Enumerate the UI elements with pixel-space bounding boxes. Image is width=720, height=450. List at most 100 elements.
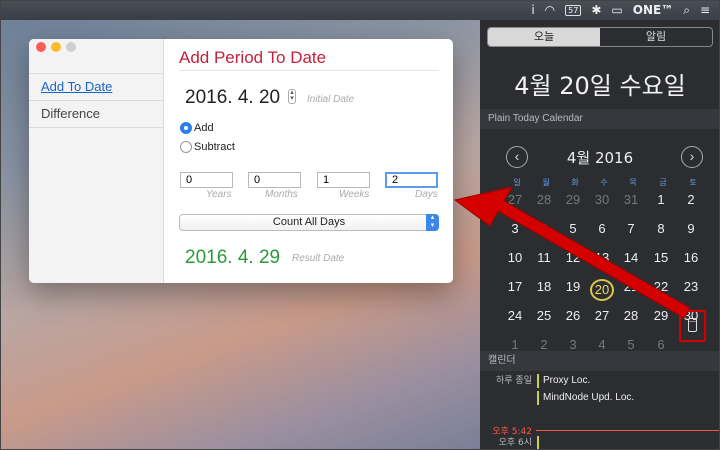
event-row[interactable]: MindNode Upd. Loc.	[480, 390, 720, 406]
event-color-bar	[537, 391, 539, 405]
next-month-button[interactable]: ›	[681, 146, 703, 168]
calendar-day[interactable]: 8	[649, 221, 673, 236]
weekday-label: 토	[689, 178, 697, 187]
calendar-day[interactable]: 29	[561, 192, 585, 207]
event-row[interactable]: 하루 종일 Proxy Loc.	[480, 373, 720, 389]
date-stepper[interactable]: ▴ ▾	[288, 89, 296, 104]
calendar-day[interactable]: 3	[561, 337, 585, 352]
calendar-day[interactable]: 26	[561, 308, 585, 323]
battery-icon[interactable]: 57	[565, 4, 582, 16]
calendar-day[interactable]: 12	[561, 250, 585, 265]
info-icon[interactable]: i	[531, 3, 534, 17]
main-content: Add Period To Date 2016. 4. 20 ▴ ▾ Initia…	[165, 39, 453, 283]
event-color-bar	[537, 374, 539, 388]
calendar-day[interactable]: 13	[590, 250, 614, 265]
calendar-day[interactable]: 27	[590, 308, 614, 323]
chevron-updown-icon: ▴ ▾	[426, 214, 439, 231]
calendar-day[interactable]: 4	[532, 221, 556, 236]
calendar-day[interactable]: 17	[503, 279, 527, 294]
event-color-bar	[537, 436, 539, 450]
menu-bar: i ◠ 57 ✱ ▭ ONE™ ⌕ ≡	[0, 0, 720, 20]
calendar-app-icon: ―	[688, 318, 697, 332]
menubar-app-name[interactable]: ONE™	[633, 3, 673, 17]
weekday-label: 월	[542, 178, 550, 187]
weekday-label: 일	[513, 178, 521, 187]
sidebar: Add To Date Difference	[29, 39, 164, 283]
calendar-day[interactable]: 22	[649, 279, 673, 294]
hour-label: 오후 6시	[498, 438, 532, 448]
calendar-day[interactable]: 25	[532, 308, 556, 323]
add-radio[interactable]	[180, 122, 192, 134]
days-label: Days	[415, 189, 438, 200]
add-radio-label: Add	[194, 122, 214, 134]
calendar-day[interactable]: 28	[619, 308, 643, 323]
notification-center: 오늘 알림 4월 20일 수요일 Plain Today Calendar ‹ …	[480, 20, 720, 450]
app-window: Add To Date Difference Add Period To Dat…	[29, 39, 453, 283]
calendar-day[interactable]: 1	[503, 337, 527, 352]
years-field[interactable]: 0	[180, 172, 233, 188]
initial-date-field[interactable]: 2016. 4. 20	[185, 87, 280, 109]
sidebar-item-difference[interactable]: Difference	[29, 100, 164, 126]
calendar-day[interactable]: 20	[590, 279, 614, 301]
subtract-radio-label: Subtract	[194, 141, 235, 153]
calendar-day[interactable]: 18	[532, 279, 556, 294]
notification-tabs: 오늘 알림	[487, 27, 713, 47]
months-field[interactable]: 0	[248, 172, 301, 188]
calendar-day[interactable]: 27	[503, 192, 527, 207]
calendar-day[interactable]: 21	[619, 279, 643, 294]
calendar-app-button[interactable]: ―	[679, 310, 706, 342]
calendar-day[interactable]: 6	[649, 337, 673, 352]
calendar-day[interactable]: 7	[619, 221, 643, 236]
calendar-day[interactable]: 14	[619, 250, 643, 265]
result-date: 2016. 4. 29	[185, 247, 281, 268]
calendar-day[interactable]: 11	[532, 250, 556, 265]
calendar-day[interactable]: 3	[503, 221, 527, 236]
zoom-button[interactable]	[66, 42, 76, 52]
calendar-day[interactable]: 5	[561, 221, 585, 236]
close-button[interactable]	[36, 42, 46, 52]
months-label: Months	[265, 189, 298, 200]
wifi-icon[interactable]: ◠	[545, 3, 555, 17]
page-title: Add Period To Date	[179, 48, 327, 67]
calendar-day[interactable]: 16	[679, 250, 703, 265]
notification-center-icon[interactable]: ≡	[700, 3, 710, 17]
result-date-label: Result Date	[292, 253, 345, 264]
calendar-day[interactable]: 24	[503, 308, 527, 323]
calendar-day[interactable]: 5	[619, 337, 643, 352]
calendar-day[interactable]: 19	[561, 279, 585, 294]
tab-notifications[interactable]: 알림	[600, 28, 712, 46]
weekday-label: 화	[571, 178, 579, 187]
count-mode-value: Count All Days	[272, 216, 346, 228]
count-mode-select[interactable]: Count All Days ▴ ▾	[179, 214, 439, 231]
calendar-day[interactable]: 6	[590, 221, 614, 236]
calendar-day[interactable]: 1	[649, 192, 673, 207]
calendar-day[interactable]: 30	[590, 192, 614, 207]
calendar-day[interactable]: 10	[503, 250, 527, 265]
days-field[interactable]: 2	[385, 172, 438, 188]
sidebar-item-add-to-date[interactable]: Add To Date	[29, 73, 164, 99]
calendar-day[interactable]: 23	[679, 279, 703, 294]
calendar-section-title: 캘린더	[480, 351, 720, 371]
calendar-day[interactable]: 31	[619, 192, 643, 207]
spotlight-icon[interactable]: ⌕	[683, 3, 690, 18]
subtract-radio[interactable]	[180, 141, 192, 153]
minimize-button[interactable]	[51, 42, 61, 52]
weekday-label: 수	[600, 178, 608, 187]
title-divider	[179, 70, 439, 71]
event-title: MindNode Upd. Loc.	[543, 392, 635, 403]
calendar-day[interactable]: 2	[532, 337, 556, 352]
calendar-day[interactable]: 4	[590, 337, 614, 352]
bluetooth-icon[interactable]: ✱	[591, 3, 601, 17]
calendar-day[interactable]: 29	[649, 308, 673, 323]
calendar-day[interactable]: 15	[649, 250, 673, 265]
calendar-day[interactable]: 28	[532, 192, 556, 207]
weeks-field[interactable]: 1	[317, 172, 370, 188]
calendar-day[interactable]: 2	[679, 192, 703, 207]
widget-title: Plain Today Calendar	[480, 109, 720, 129]
input-source-icon[interactable]: ▭	[611, 3, 622, 17]
event-title: Proxy Loc.	[543, 375, 591, 386]
tab-today[interactable]: 오늘	[488, 28, 600, 46]
calendar-day[interactable]: 9	[679, 221, 703, 236]
window-controls	[36, 42, 76, 52]
weekday-label: 금	[659, 178, 667, 187]
